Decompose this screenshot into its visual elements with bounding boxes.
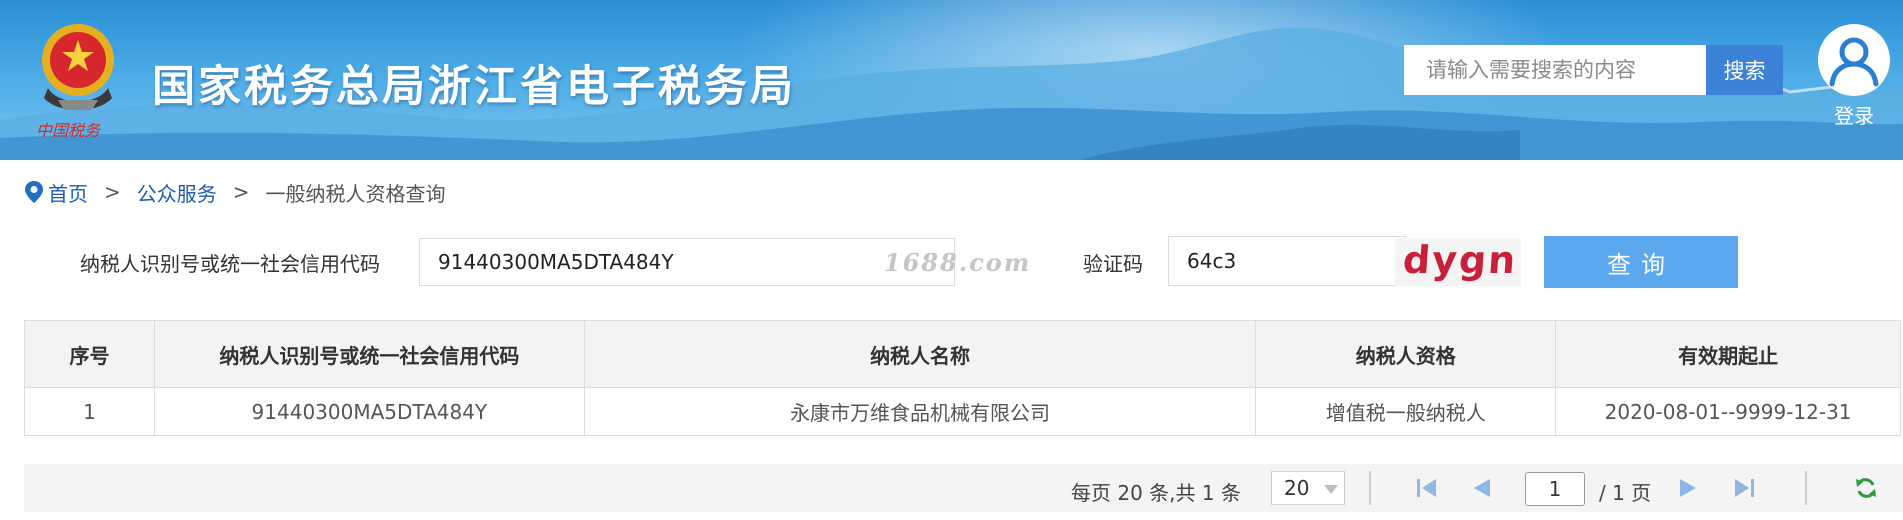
first-page-icon[interactable] <box>1414 476 1440 500</box>
column-header-taxpayer-name: 纳税人名称 <box>583 320 1257 388</box>
cell-validity-period: 2020-08-01--9999-12-31 <box>1555 387 1901 436</box>
page-size-value: 20 <box>1284 476 1310 500</box>
prev-page-icon[interactable] <box>1468 476 1494 500</box>
search-button[interactable]: 搜索 <box>1706 45 1783 95</box>
pagination-summary: 每页 20 条,共 1 条 <box>1071 481 1241 505</box>
taxpayer-id-input[interactable] <box>419 238 955 286</box>
breadcrumb-current-page: 一般纳税人资格查询 <box>265 181 446 206</box>
column-header-qualification: 纳税人资格 <box>1255 320 1557 388</box>
captcha-image-text: dygn <box>1401 238 1519 282</box>
page-size-select[interactable]: 20 <box>1271 471 1345 505</box>
next-page-icon[interactable] <box>1676 476 1702 500</box>
site-title: 国家税务总局浙江省电子税务局 <box>152 62 796 112</box>
breadcrumb-separator: > <box>104 180 121 204</box>
header-banner: 中国税务 国家税务总局浙江省电子税务局 搜索 登录 <box>0 0 1903 160</box>
pagination-bar: 每页 20 条,共 1 条 20 / 1 页 <box>24 464 1903 512</box>
search-input[interactable] <box>1404 45 1706 95</box>
captcha-input[interactable] <box>1168 236 1406 286</box>
results-table: 序号 纳税人识别号或统一社会信用代码 纳税人名称 纳税人资格 有效期起止 1 9… <box>24 320 1901 436</box>
user-icon <box>1829 37 1879 87</box>
login-button[interactable]: 登录 <box>1814 24 1894 130</box>
chevron-down-icon <box>1324 485 1338 494</box>
breadcrumb-home-link[interactable]: 首页 <box>48 178 88 207</box>
emblem-calligraphy: 中国税务 <box>36 121 102 140</box>
pager-divider <box>1369 471 1371 505</box>
pager-divider <box>1805 471 1807 505</box>
refresh-icon[interactable] <box>1853 476 1879 500</box>
cell-index: 1 <box>24 387 155 436</box>
column-header-validity-period: 有效期起止 <box>1555 320 1901 388</box>
taxpayer-id-label: 纳税人识别号或统一社会信用代码 <box>80 252 380 276</box>
breadcrumb: 首页 > 公众服务 > 一般纳税人资格查询 <box>24 177 446 207</box>
table-row: 1 91440300MA5DTA484Y 永康市万维食品机械有限公司 增值税一般… <box>24 387 1901 436</box>
last-page-icon[interactable] <box>1731 476 1757 500</box>
breadcrumb-public-service-link[interactable]: 公众服务 <box>137 178 217 207</box>
page-total-label: / 1 页 <box>1599 481 1652 505</box>
captcha-label: 验证码 <box>1083 252 1143 276</box>
tax-emblem-logo: 中国税务 <box>36 24 114 140</box>
cell-qualification: 增值税一般纳税人 <box>1255 387 1557 436</box>
column-header-taxpayer-id: 纳税人识别号或统一社会信用代码 <box>153 320 585 388</box>
breadcrumb-separator: > <box>232 180 250 204</box>
query-button[interactable]: 查询 <box>1544 236 1738 288</box>
watermark-text: 1688.com <box>884 248 1032 277</box>
avatar <box>1818 24 1890 96</box>
page-number-input[interactable] <box>1525 472 1585 506</box>
cell-taxpayer-id: 91440300MA5DTA484Y <box>153 387 585 436</box>
location-pin-icon <box>25 181 43 203</box>
cell-taxpayer-name: 永康市万维食品机械有限公司 <box>583 387 1257 436</box>
table-header-row: 序号 纳税人识别号或统一社会信用代码 纳税人名称 纳税人资格 有效期起止 <box>24 320 1901 388</box>
column-header-index: 序号 <box>24 320 155 388</box>
captcha-image[interactable]: dygn <box>1395 238 1521 286</box>
login-label: 登录 <box>1834 104 1874 128</box>
